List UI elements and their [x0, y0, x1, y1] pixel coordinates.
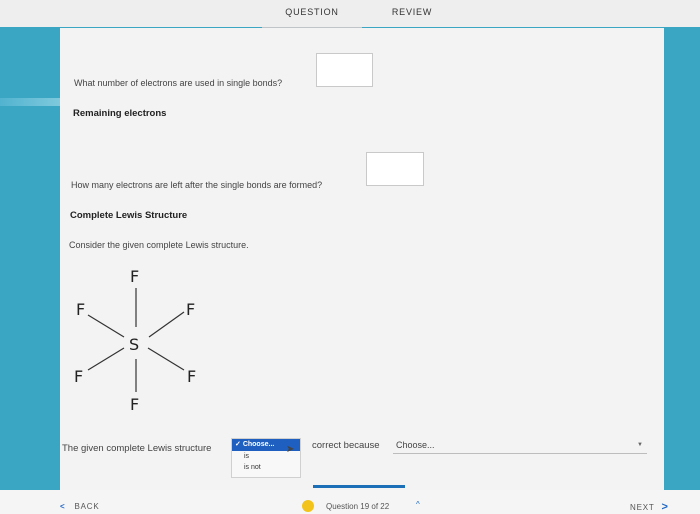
- question-single-bonds: What number of electrons are used in sin…: [74, 78, 283, 88]
- caret-up-icon[interactable]: ^: [416, 500, 420, 509]
- dropdown-option-is-not[interactable]: is not: [232, 462, 300, 473]
- caret-down-icon: ▼: [637, 442, 643, 448]
- section-complete-lewis-structure: Complete Lewis Structure: [70, 210, 188, 221]
- reason-dropdown[interactable]: Choose... ▼: [393, 437, 647, 454]
- check-icon: ✓: [235, 441, 241, 448]
- tab-question[interactable]: QUESTION: [262, 0, 362, 29]
- sentence-start: The given complete Lewis structure: [62, 443, 212, 454]
- bond-lower-left: [87, 347, 125, 371]
- atom-f-bottom: F: [130, 395, 139, 414]
- atom-f-lower-left: F: [74, 367, 83, 386]
- section-remaining-electrons: Remaining electrons: [73, 108, 167, 119]
- mouse-cursor-icon: ➤: [286, 444, 295, 455]
- next-button[interactable]: NEXT >: [630, 501, 669, 513]
- status-dot-icon: [302, 500, 314, 512]
- chevron-right-icon: >: [661, 501, 669, 513]
- chevron-left-icon: <: [60, 502, 66, 511]
- background-strip: [0, 98, 60, 106]
- atom-f-upper-left: F: [76, 300, 85, 319]
- remaining-electrons-answer-input[interactable]: [366, 152, 424, 186]
- bond-upper-right: [148, 311, 185, 338]
- atom-f-top: F: [130, 267, 139, 286]
- lewis-structure-diagram: F S F F F F F: [74, 267, 196, 414]
- bond-lower-right: [147, 347, 185, 371]
- sentence-mid: correct because: [312, 440, 380, 451]
- atom-f-upper-right: F: [186, 300, 195, 319]
- consider-structure-text: Consider the given complete Lewis struct…: [69, 240, 249, 250]
- progress-indicator: [313, 485, 405, 488]
- question-panel: [60, 28, 664, 490]
- question-counter[interactable]: Question 19 of 22: [326, 502, 389, 511]
- atom-f-lower-right: F: [187, 367, 196, 386]
- single-bonds-answer-input[interactable]: [316, 53, 373, 87]
- top-nav-bar: QUESTION REVIEW: [0, 0, 700, 29]
- back-button[interactable]: < BACK: [60, 502, 100, 511]
- tab-review[interactable]: REVIEW: [362, 0, 462, 27]
- bond-upper-left: [87, 314, 125, 338]
- question-remaining-electrons: How many electrons are left after the si…: [71, 180, 323, 190]
- atom-s-center: S: [129, 335, 139, 354]
